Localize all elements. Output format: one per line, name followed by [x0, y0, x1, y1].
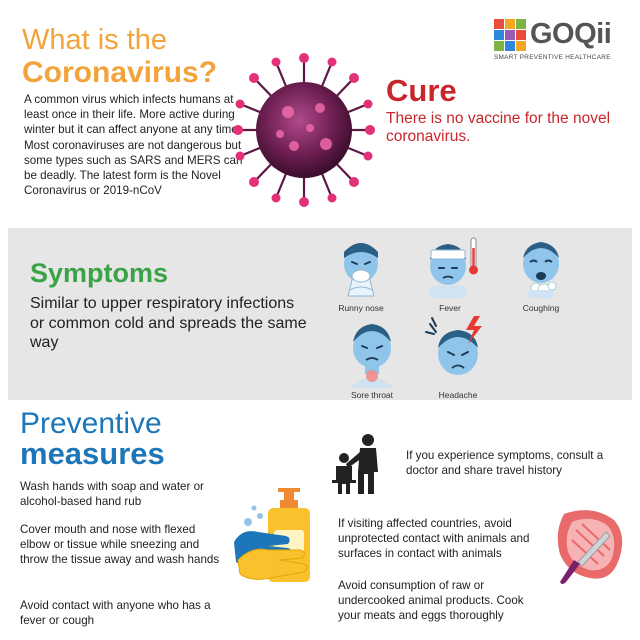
preventive-item-consult-doctor: If you experience symptoms, consult a do… — [406, 449, 604, 478]
preventive-item-avoid-animals: If visiting affected countries, avoid un… — [338, 517, 530, 561]
preventive-item-cover-mouth: Cover mouth and nose with flexed elbow o… — [20, 523, 220, 567]
title-line-2: Coronavirus? — [22, 56, 218, 89]
logo-tagline: SMART PREVENTIVE HEALTHCARE — [494, 54, 611, 61]
symptom-label-sore-throat: Sore throat — [350, 390, 394, 400]
title-line-1: What is the — [22, 24, 168, 56]
logo-word: GOQii — [530, 18, 612, 50]
fever-face-icon — [430, 237, 478, 298]
symptom-label-coughing: Coughing — [522, 303, 560, 313]
preventive-item-wash-hands: Wash hands with soap and water or alcoho… — [20, 480, 204, 509]
meat-knife-icon — [557, 510, 623, 584]
symptom-label-runny-nose: Runny nose — [338, 303, 384, 313]
doctor-consult-icon — [332, 434, 378, 494]
symptoms-title: Symptoms — [30, 258, 169, 288]
symptoms-text: Similar to upper respiratory infections … — [30, 295, 307, 351]
cure-title: Cure — [386, 73, 457, 108]
goqii-logo: GOQii SMART PREVENTIVE HEALTHCARE — [494, 17, 624, 61]
coronavirus-icon — [233, 53, 375, 207]
intro-text: A common virus which infects humans at l… — [24, 93, 243, 198]
hand-wash-icon — [234, 488, 310, 582]
coughing-face-icon — [523, 242, 559, 298]
preventive-item-cook-food: Avoid consumption of raw or undercooked … — [338, 579, 524, 623]
cure-text: There is no vaccine for the novel corona… — [386, 110, 611, 145]
symptom-label-fever: Fever — [439, 303, 461, 313]
sore-throat-face-icon — [350, 324, 394, 388]
preventive-item-avoid-contact: Avoid contact with anyone who has a feve… — [20, 599, 211, 628]
symptom-label-headache: Headache — [438, 390, 478, 400]
preventive-title-line-2: measures — [20, 436, 165, 471]
runny-nose-face-icon — [344, 243, 378, 297]
goqii-logo-mark-icon — [494, 19, 526, 51]
headache-face-icon — [425, 316, 482, 375]
